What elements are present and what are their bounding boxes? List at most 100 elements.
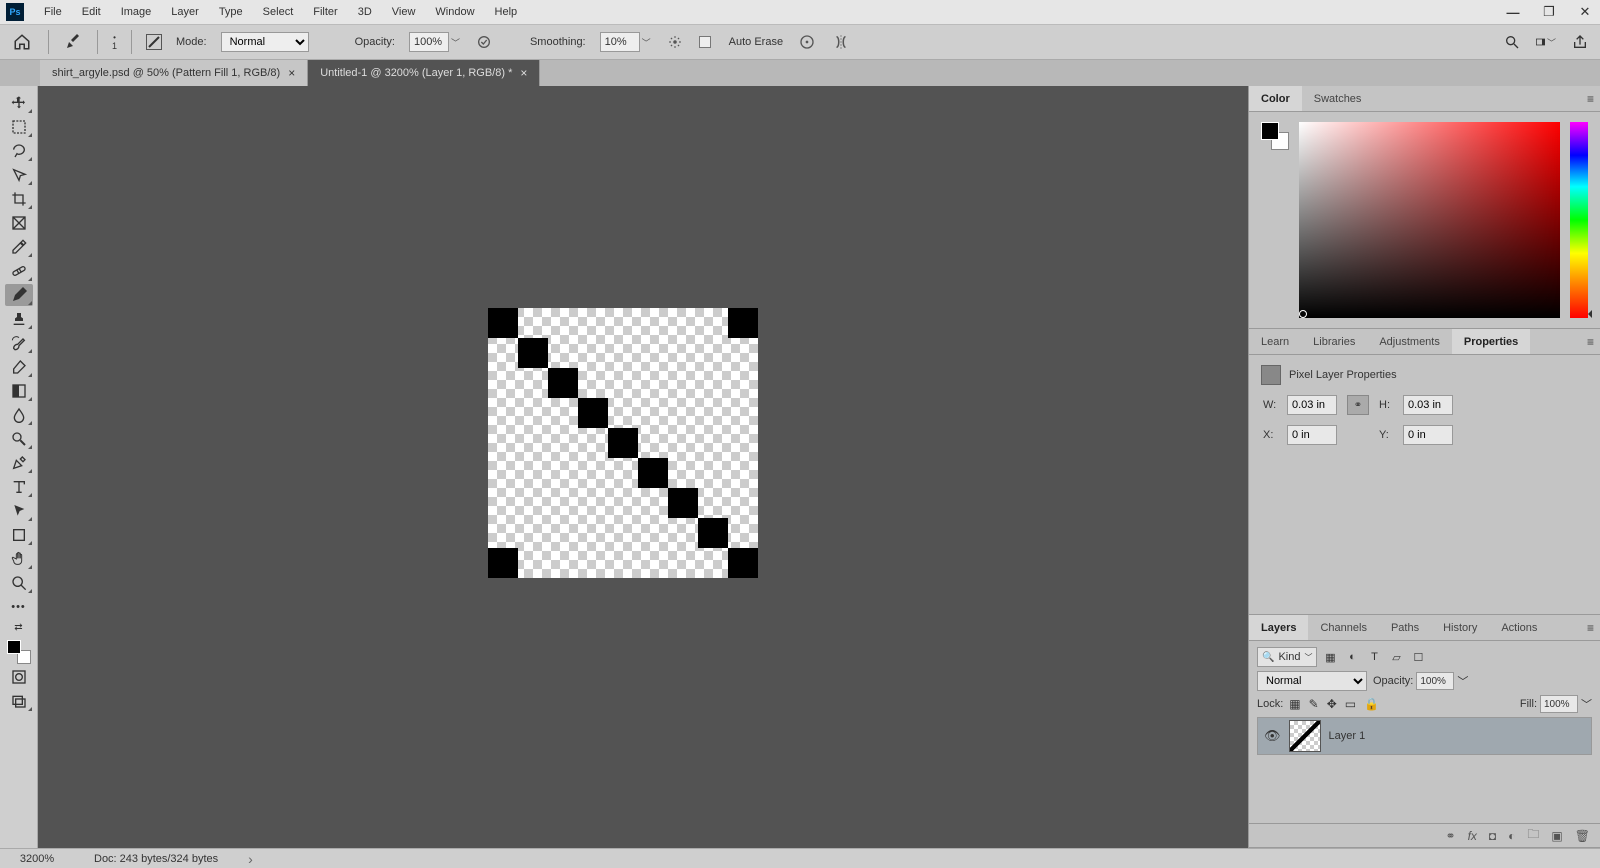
layer-row[interactable]: 👁 Layer 1 [1258,718,1591,754]
doc-info[interactable]: Doc: 243 bytes/324 bytes [94,853,218,865]
eraser-tool[interactable] [5,356,33,378]
pen-tool[interactable] [5,452,33,474]
quick-select-tool[interactable] [5,164,33,186]
tool-preset-picker[interactable] [63,32,83,52]
close-button[interactable]: ✕ [1574,4,1596,20]
minimize-button[interactable]: — [1502,5,1524,20]
tab-history[interactable]: History [1431,615,1489,640]
tab-adjustments[interactable]: Adjustments [1367,329,1452,354]
smoothing-options-icon[interactable] [665,32,685,52]
foreground-swatch[interactable] [1261,122,1279,140]
tab-channels[interactable]: Channels [1308,615,1378,640]
crop-tool[interactable] [5,188,33,210]
hue-slider[interactable] [1570,122,1588,318]
blur-tool[interactable] [5,404,33,426]
dodge-tool[interactable] [5,428,33,450]
pencil-tool[interactable] [5,284,33,306]
symmetry-icon[interactable] [831,32,851,52]
new-layer-icon[interactable]: ▣ [1551,829,1562,843]
tab-libraries[interactable]: Libraries [1301,329,1367,354]
healing-tool[interactable] [5,260,33,282]
quick-mask-tool[interactable] [5,666,33,688]
adjustment-layer-icon[interactable]: ◐ [1508,829,1515,843]
tab-actions[interactable]: Actions [1489,615,1549,640]
menu-edit[interactable]: Edit [72,0,111,24]
eyedropper-tool[interactable] [5,236,33,258]
document-tab[interactable]: shirt_argyle.psd @ 50% (Pattern Fill 1, … [40,60,308,86]
type-tool[interactable] [5,476,33,498]
layer-opacity-input[interactable]: 100% [1416,672,1454,690]
blend-mode-select[interactable]: Normal [221,32,309,52]
menu-window[interactable]: Window [425,0,484,24]
search-icon[interactable] [1502,32,1522,52]
menu-file[interactable]: File [34,0,72,24]
canvas[interactable] [488,308,758,578]
color-swap-icon[interactable]: ⇄ [5,620,33,634]
menu-3d[interactable]: 3D [348,0,382,24]
pressure-size-icon[interactable] [797,32,817,52]
marquee-tool[interactable] [5,116,33,138]
path-select-tool[interactable] [5,500,33,522]
close-icon[interactable]: × [288,66,295,80]
filter-smart-icon[interactable]: ☐ [1411,651,1425,664]
home-button[interactable] [10,30,34,54]
height-input[interactable] [1403,395,1453,415]
zoom-tool[interactable] [5,572,33,594]
layer-fill-input[interactable]: 100% [1540,695,1578,713]
color-field[interactable] [1299,122,1560,318]
lock-pixels-icon[interactable]: ✎ [1309,697,1319,711]
panel-menu-icon[interactable]: ≡ [1587,335,1594,349]
x-input[interactable] [1287,425,1337,445]
close-icon[interactable]: × [520,66,527,80]
menu-layer[interactable]: Layer [161,0,209,24]
screen-mode-tool[interactable] [5,690,33,712]
history-brush-tool[interactable] [5,332,33,354]
delete-layer-icon[interactable]: 🗑 [1575,829,1590,843]
group-icon[interactable]: 🗀 [1527,825,1539,846]
layer-filter-kind[interactable]: 🔍Kind﹀ [1257,647,1317,667]
hand-tool[interactable] [5,548,33,570]
shape-tool[interactable] [5,524,33,546]
y-input[interactable] [1403,425,1453,445]
maximize-button[interactable]: ❐ [1538,4,1560,20]
lock-transparency-icon[interactable]: ▦ [1289,697,1300,711]
layer-style-icon[interactable]: fx [1468,829,1477,843]
workspace-switcher[interactable]: ﹀ [1536,32,1556,52]
panel-menu-icon[interactable]: ≡ [1587,621,1594,635]
brush-preview-icon[interactable] [146,34,162,50]
link-wh-icon[interactable]: ⚭ [1347,395,1369,415]
edit-toolbar[interactable]: ••• [5,596,33,618]
status-chevron-icon[interactable]: › [248,851,253,867]
auto-erase-checkbox[interactable] [699,36,711,48]
opacity-input[interactable]: 100%﹀ [409,32,460,52]
color-fgbg[interactable] [1261,122,1289,150]
tab-swatches[interactable]: Swatches [1302,86,1374,111]
layer-thumbnail[interactable] [1289,720,1321,752]
width-input[interactable] [1287,395,1337,415]
menu-filter[interactable]: Filter [303,0,347,24]
panel-menu-icon[interactable]: ≡ [1587,92,1594,106]
move-tool[interactable] [5,92,33,114]
menu-type[interactable]: Type [209,0,253,24]
zoom-level[interactable]: 3200% [10,853,64,865]
visibility-icon[interactable]: 👁 [1264,728,1281,744]
document-tab[interactable]: Untitled-1 @ 3200% (Layer 1, RGB/8) * × [308,60,540,86]
tab-paths[interactable]: Paths [1379,615,1431,640]
menu-help[interactable]: Help [485,0,528,24]
filter-adjust-icon[interactable]: ◐ [1345,651,1359,664]
foreground-color[interactable] [7,640,21,654]
link-layers-icon[interactable]: ⚭ [1446,829,1456,843]
tab-layers[interactable]: Layers [1249,615,1308,640]
brush-preset[interactable]: • 1 [112,34,117,51]
pressure-opacity-icon[interactable] [474,32,494,52]
filter-shape-icon[interactable]: ▱ [1389,651,1403,664]
lock-all-icon[interactable]: 🔒 [1364,697,1379,711]
filter-pixel-icon[interactable]: ▦ [1323,651,1337,664]
menu-image[interactable]: Image [111,0,162,24]
lock-artboard-icon[interactable]: ▭ [1345,697,1356,711]
canvas-area[interactable] [38,86,1248,848]
layer-name[interactable]: Layer 1 [1329,730,1366,742]
share-icon[interactable] [1570,32,1590,52]
tab-properties[interactable]: Properties [1452,329,1530,354]
frame-tool[interactable] [5,212,33,234]
